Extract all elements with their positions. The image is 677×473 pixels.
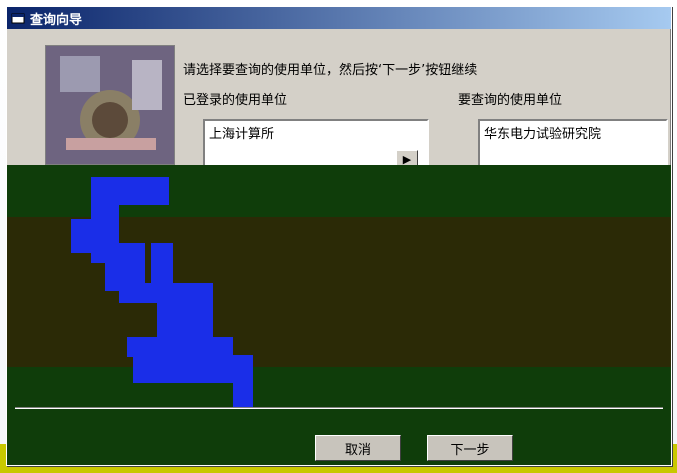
blue-shape bbox=[133, 357, 233, 383]
wizard-illustration bbox=[45, 45, 175, 165]
instruction-text: 请选择要查询的使用单位，然后按‘下一步’按钮继续 bbox=[183, 63, 478, 78]
app-icon bbox=[11, 11, 25, 25]
blue-shape bbox=[91, 177, 169, 205]
query-units-label: 要查询的使用单位 bbox=[458, 93, 563, 108]
blue-shape bbox=[119, 283, 213, 303]
screen: 查询向导 请选择要查询的使用单位，然后按‘下一步’按钮继续 已登录的使用单位 要… bbox=[0, 0, 677, 473]
blue-shape bbox=[157, 301, 213, 337]
window-title: 查询向导 bbox=[30, 12, 83, 28]
blue-shape bbox=[151, 243, 173, 283]
list-item[interactable]: 华东电力试验研究院 bbox=[480, 121, 666, 144]
registered-units-label: 已登录的使用单位 bbox=[183, 93, 288, 108]
blue-shape bbox=[127, 337, 233, 357]
cancel-button[interactable]: 取消 bbox=[315, 435, 401, 461]
query-wizard-window: 查询向导 请选择要查询的使用单位，然后按‘下一步’按钮继续 已登录的使用单位 要… bbox=[6, 6, 672, 466]
blue-shape bbox=[233, 355, 253, 409]
button-separator bbox=[15, 407, 663, 409]
blue-shape bbox=[71, 219, 95, 253]
title-bar[interactable]: 查询向导 bbox=[7, 7, 671, 29]
list-item[interactable]: 上海计算所 bbox=[205, 121, 427, 144]
next-button[interactable]: 下一步 bbox=[427, 435, 513, 461]
